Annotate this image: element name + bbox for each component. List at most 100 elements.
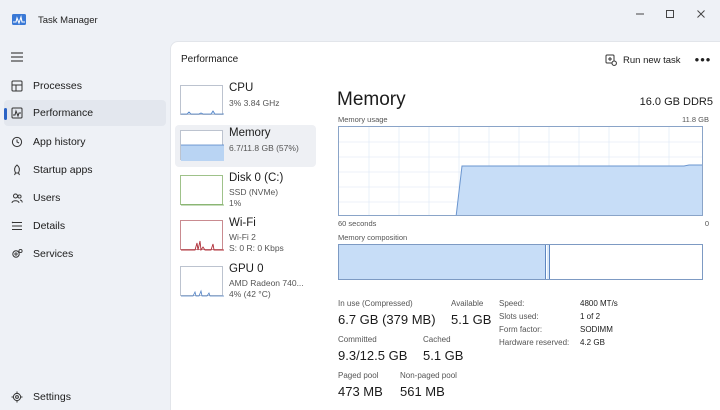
hamburger-menu-icon[interactable] [10,51,24,63]
window-title: Task Manager [38,15,98,26]
composition-modified [547,245,550,279]
cpu-sparkline [181,110,224,115]
cpu-thumbnail-graph [180,85,224,115]
device-detail-2: S: 0 R: 0 Kbps [229,243,284,253]
gpu-thumbnail-graph [180,266,224,297]
minimize-icon [636,13,644,15]
non-paged-pool-label: Non-paged pool [400,371,457,380]
graph-time-end: 0 [704,219,709,228]
memory-sparkline [181,144,224,161]
device-detail: 3% 3.84 GHz [229,98,280,108]
sidebar-item-services[interactable]: Services [4,241,166,267]
memory-total: 16.0 GB DDR5 [639,96,713,108]
device-name: Memory [229,127,271,139]
more-options-button[interactable]: ••• [693,50,713,68]
main-panel: Performance Run new task ••• CPU 3% 3.84… [170,41,720,410]
history-icon [10,135,24,149]
device-memory[interactable]: Memory 6.7/11.8 GB (57%) [175,125,316,167]
sidebar-item-processes[interactable]: Processes [4,73,166,99]
sidebar-item-settings[interactable]: Settings [4,384,166,410]
services-icon [10,247,24,261]
users-icon [10,191,24,205]
performance-icon [10,106,24,120]
memory-thumbnail-graph [180,130,224,161]
composition-in-use [339,245,546,279]
sidebar-item-label: Startup apps [33,164,93,176]
paged-pool-value: 473 MB [338,384,383,399]
run-task-icon [605,54,617,66]
speed-value: 4800 MT/s [580,299,618,308]
sidebar-item-label: Users [33,192,61,204]
device-name: CPU [229,82,254,94]
close-icon [697,10,705,18]
committed-label: Committed [338,335,377,344]
run-new-task-label: Run new task [623,54,681,66]
memory-usage-graph [338,126,703,216]
settings-gear-icon [10,390,24,404]
minimize-button[interactable] [630,6,650,22]
memory-usage-max: 11.8 GB [682,115,709,124]
slots-used-label: Slots used: [499,312,539,321]
hardware-reserved-label: Hardware reserved: [499,338,570,347]
sidebar-item-details[interactable]: Details [4,213,166,239]
device-detail: Wi-Fi 2 [229,232,256,242]
form-factor-label: Form factor: [499,325,543,334]
gpu-sparkline [181,289,224,297]
slots-used-value: 1 of 2 [580,312,601,321]
more-dots-icon: ••• [694,51,712,67]
details-icon [10,219,24,233]
title-bar: Task Manager [0,0,720,36]
graph-time-span: 60 seconds [338,219,377,228]
memory-composition-label: Memory composition [338,233,408,242]
device-detail: 6.7/11.8 GB (57%) [229,143,299,153]
available-value: 5.1 GB [451,312,492,327]
device-detail: SSD (NVMe) [229,187,279,197]
cached-label: Cached [423,335,451,344]
close-button[interactable] [691,6,711,22]
committed-value: 9.3/12.5 GB [338,348,408,363]
hardware-reserved-value: 4.2 GB [580,338,605,347]
device-gpu-0[interactable]: GPU 0 AMD Radeon 740... 4% (42 °C) [175,261,316,303]
memory-title: Memory [337,89,406,110]
wifi-thumbnail-graph [180,220,224,252]
run-new-task-button[interactable]: Run new task [605,50,681,70]
speed-label: Speed: [499,299,525,308]
maximize-button[interactable] [660,6,680,22]
device-detail-2: 4% (42 °C) [229,289,271,299]
sidebar-item-performance[interactable]: Performance [4,100,166,126]
wifi-sparkline [181,240,224,252]
maximize-icon [666,10,674,18]
device-name: GPU 0 [229,263,264,275]
device-wifi[interactable]: Wi-Fi Wi-Fi 2 S: 0 R: 0 Kbps [175,215,316,257]
task-manager-icon [12,14,26,25]
non-paged-pool-value: 561 MB [400,384,445,399]
device-cpu[interactable]: CPU 3% 3.84 GHz [175,80,316,122]
device-detail-2: 1% [229,198,242,208]
sidebar-item-startup-apps[interactable]: Startup apps [4,157,166,183]
memory-composition-bar [338,244,703,280]
active-indicator [4,108,7,120]
memory-usage-chart [339,127,702,215]
sidebar-item-label: App history [33,136,86,148]
device-name: Disk 0 (C:) [229,172,284,184]
available-label: Available [451,299,484,308]
in-use-label: In use (Compressed) [338,299,413,308]
paged-pool-label: Paged pool [338,371,379,380]
sidebar-item-label: Services [33,248,74,260]
processes-icon [10,79,24,93]
in-use-value: 6.7 GB (379 MB) [338,312,436,327]
device-detail: AMD Radeon 740... [229,278,304,288]
sidebar-item-label: Details [33,220,66,232]
form-factor-value: SODIMM [580,325,613,334]
startup-icon [10,163,24,177]
device-name: Wi-Fi [229,217,256,229]
device-disk-0[interactable]: Disk 0 (C:) SSD (NVMe) 1% [175,170,316,212]
sidebar-item-users[interactable]: Users [4,185,166,211]
cached-value: 5.1 GB [423,348,464,363]
memory-usage-label: Memory usage [338,115,388,124]
sidebar-item-app-history[interactable]: App history [4,129,166,155]
sidebar-item-label: Performance [33,107,94,119]
sidebar-item-label: Settings [33,391,71,403]
disk-sparkline [181,204,224,206]
sidebar-item-label: Processes [33,80,83,92]
